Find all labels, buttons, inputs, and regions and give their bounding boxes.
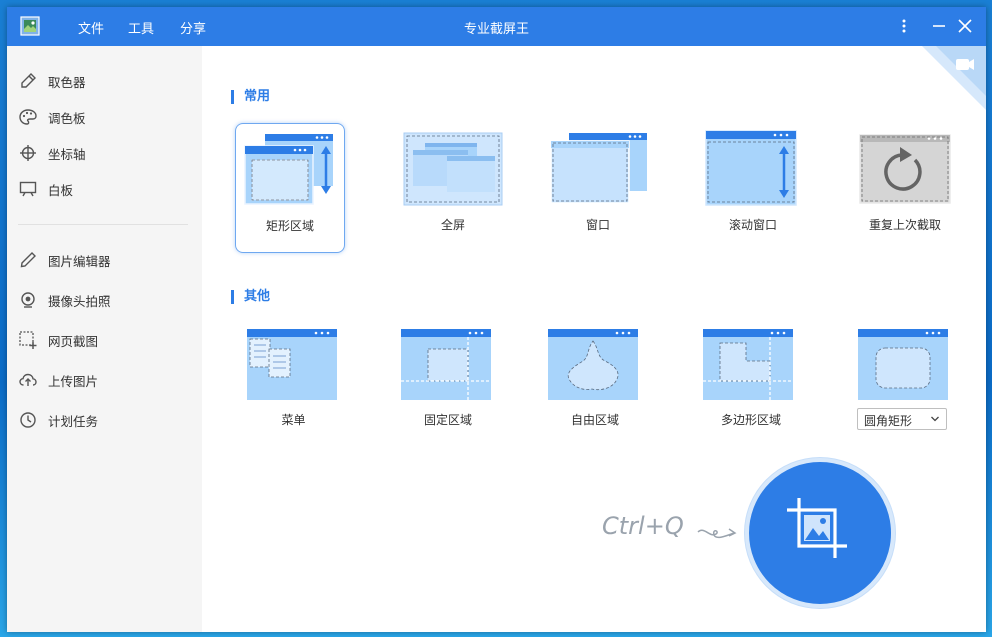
mode-freeform-region[interactable]: 自由区域: [542, 326, 652, 456]
app-window: 文件 工具 分享 专业截屏王 取色器 调色板 坐标轴 白板 图片编辑器 摄像头拍…: [7, 7, 986, 632]
scroll-window-icon: [705, 130, 797, 206]
sidebar-item-label: 网页截图: [48, 333, 99, 349]
repeat-capture-icon: [859, 134, 951, 204]
more-options-icon[interactable]: [894, 16, 914, 36]
app-logo-icon[interactable]: [20, 16, 40, 36]
cloud-upload-icon: [19, 373, 37, 386]
mode-menu-capture[interactable]: 菜单: [241, 326, 351, 456]
mode-label: 滚动窗口: [728, 218, 777, 232]
mode-polygon-region[interactable]: 多边形区域: [698, 326, 808, 456]
mode-label: 自由区域: [570, 413, 619, 427]
sidebar-item-label: 计划任务: [48, 413, 99, 429]
mode-label: 全屏: [440, 218, 465, 232]
sidebar-item-label: 图片编辑器: [48, 253, 111, 269]
rect-region-icon: [244, 134, 333, 205]
shape-select-value: 圆角矩形: [864, 414, 913, 428]
mode-window[interactable]: 窗口: [543, 123, 653, 253]
eyedropper-icon: [21, 73, 36, 88]
fixed-region-icon: [401, 329, 491, 400]
pencil-icon: [20, 252, 36, 268]
main-panel: 常用 矩形区域 全屏 窗口 滚动窗口 重复上次截取 其他 菜单 固定区域 自由区…: [202, 46, 986, 632]
mode-scroll-window[interactable]: 滚动窗口: [698, 123, 808, 253]
whiteboard-icon: [19, 181, 37, 197]
webpage-capture-icon: [19, 331, 37, 349]
close-icon[interactable]: [955, 16, 975, 36]
polygon-region-icon: [703, 329, 793, 400]
video-record-corner-button[interactable]: [922, 46, 986, 110]
mode-rounded-shape[interactable]: [857, 326, 967, 456]
window-icon: [550, 133, 647, 204]
shape-select[interactable]: 圆角矩形: [857, 408, 947, 430]
mode-fullscreen[interactable]: 全屏: [398, 123, 508, 253]
hotkey-label: Ctrl+Q: [602, 512, 684, 540]
menu-capture-icon: [247, 329, 337, 400]
mode-label: 窗口: [585, 218, 610, 232]
mode-fixed-region[interactable]: 固定区域: [395, 326, 505, 456]
sidebar-item-label: 白板: [48, 182, 74, 198]
menu-tools[interactable]: 工具: [128, 18, 154, 37]
capture-button[interactable]: [745, 458, 895, 608]
menu-file[interactable]: 文件: [78, 18, 104, 37]
chevron-down-icon: [931, 416, 939, 422]
sidebar-item-palette[interactable]: 调色板: [18, 106, 193, 128]
freeform-region-icon: [548, 329, 638, 400]
sidebar-item-label: 坐标轴: [48, 146, 86, 162]
minimize-icon[interactable]: [929, 16, 949, 36]
mode-repeat-capture[interactable]: 重复上次截取: [850, 123, 960, 253]
sidebar-item-upload[interactable]: 上传图片: [18, 369, 193, 391]
sidebar-item-label: 上传图片: [48, 373, 99, 389]
sidebar-item-label: 取色器: [48, 74, 86, 90]
fullscreen-icon: [403, 132, 503, 206]
webcam-icon: [21, 292, 35, 308]
crosshair-icon: [20, 145, 36, 161]
section-title-common: 常用: [231, 90, 270, 104]
arrow-swirl-icon: [697, 528, 737, 539]
sidebar-item-label: 摄像头拍照: [48, 293, 111, 309]
crop-image-icon: [787, 498, 847, 558]
mode-label: 重复上次截取: [868, 218, 941, 232]
sidebar: 取色器 调色板 坐标轴 白板 图片编辑器 摄像头拍照 网页截图 上传图片 计划任…: [7, 46, 202, 632]
sidebar-item-webpage-capture[interactable]: 网页截图: [18, 329, 193, 351]
sidebar-item-label: 调色板: [48, 110, 86, 126]
sidebar-item-webcam[interactable]: 摄像头拍照: [18, 289, 193, 311]
section-title-other: 其他: [231, 290, 270, 304]
title-bar: 文件 工具 分享 专业截屏王: [7, 7, 986, 46]
clock-icon: [20, 412, 36, 428]
sidebar-item-scheduled-tasks[interactable]: 计划任务: [18, 409, 193, 431]
menu-share[interactable]: 分享: [180, 18, 206, 37]
mode-label: 矩形区域: [265, 219, 314, 233]
sidebar-item-color-picker[interactable]: 取色器: [18, 70, 193, 92]
sidebar-divider: [18, 224, 188, 225]
rounded-rect-region-icon: [858, 329, 948, 400]
video-camera-icon: [956, 59, 969, 70]
sidebar-item-whiteboard[interactable]: 白板: [18, 178, 193, 200]
sidebar-item-image-editor[interactable]: 图片编辑器: [18, 249, 193, 271]
sidebar-item-axis[interactable]: 坐标轴: [18, 142, 193, 164]
mode-rect-region[interactable]: 矩形区域: [235, 123, 345, 253]
palette-icon: [19, 109, 37, 125]
mode-label: 固定区域: [423, 413, 472, 427]
mode-label: 多边形区域: [720, 413, 781, 427]
mode-label: 菜单: [281, 413, 306, 427]
